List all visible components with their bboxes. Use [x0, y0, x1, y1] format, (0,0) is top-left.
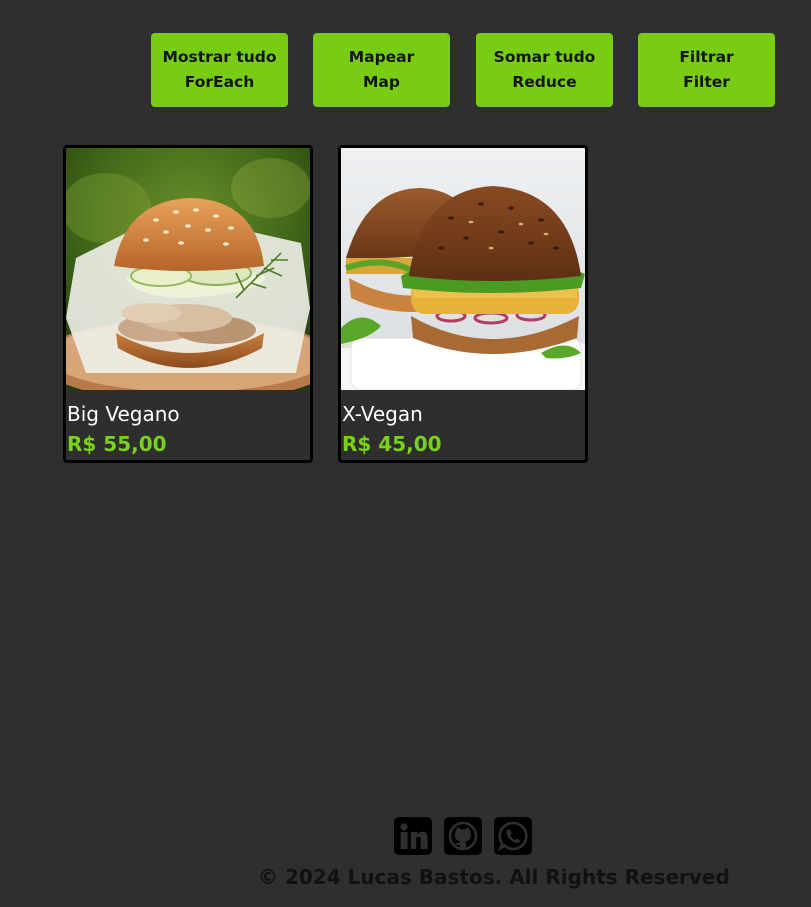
copyright-text: © 2024 Lucas Bastos. All Rights Reserved: [258, 865, 730, 889]
filter-button[interactable]: Filtrar Filter: [638, 33, 775, 107]
product-price: R$ 55,00: [67, 432, 167, 456]
product-card: X-Vegan R$ 45,00: [338, 145, 588, 463]
button-sublabel: Reduce: [512, 73, 577, 91]
product-price: R$ 45,00: [342, 432, 442, 456]
toolbar: Mostrar tudo ForEach Mapear Map Somar tu…: [151, 33, 776, 107]
button-label: Filtrar: [679, 48, 734, 66]
map-button[interactable]: Mapear Map: [313, 33, 450, 107]
button-sublabel: Map: [363, 73, 400, 91]
sum-all-reduce-button[interactable]: Somar tudo Reduce: [476, 33, 613, 107]
button-label: Mapear: [348, 48, 415, 66]
product-name: Big Vegano: [67, 402, 180, 426]
button-label: Somar tudo: [493, 48, 596, 66]
github-icon[interactable]: [444, 817, 482, 855]
product-image: [66, 148, 310, 390]
button-sublabel: ForEach: [184, 73, 255, 91]
whatsapp-icon[interactable]: [494, 817, 532, 855]
product-name: X-Vegan: [342, 402, 423, 426]
button-sublabel: Filter: [683, 73, 730, 91]
button-label: Mostrar tudo: [162, 48, 277, 66]
show-all-foreach-button[interactable]: Mostrar tudo ForEach: [151, 33, 288, 107]
linkedin-icon[interactable]: [394, 817, 432, 855]
product-card: Big Vegano R$ 55,00: [63, 145, 313, 463]
product-image: [341, 148, 585, 390]
social-links: [394, 817, 534, 855]
